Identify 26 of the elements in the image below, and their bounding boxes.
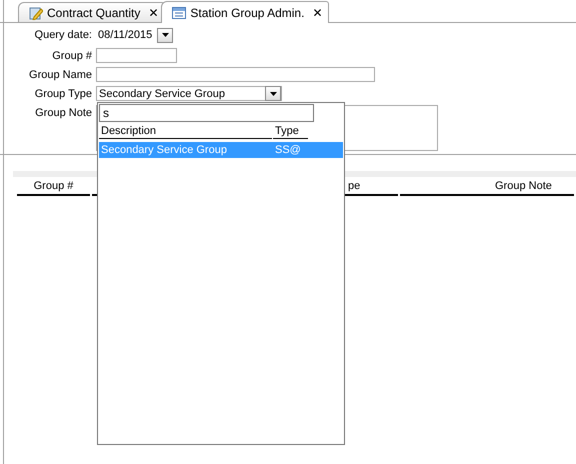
column-header[interactable]: Group # [17, 180, 90, 196]
column-header[interactable]: Description [99, 125, 272, 139]
input-field[interactable] [96, 48, 177, 63]
field-label: Query date: [34, 29, 92, 41]
close-icon[interactable]: ✕ [312, 6, 322, 20]
tab-label: Station Group Admin. [190, 6, 304, 20]
caret-icon [270, 92, 276, 96]
table-icon [172, 6, 186, 18]
column-header[interactable]: Group Note [400, 180, 574, 196]
field-label: Group Name [28, 68, 92, 80]
search-field[interactable]: s [99, 104, 314, 122]
input-field[interactable] [96, 67, 375, 82]
caret-icon [162, 33, 169, 37]
column-header[interactable]: Type [273, 125, 308, 139]
tab-label: Contract Quantity [47, 6, 140, 20]
field-label: Group Type [34, 88, 92, 100]
field-label: Group Note [34, 107, 92, 119]
pencil-icon [29, 6, 43, 20]
dropdown-button[interactable] [157, 28, 174, 42]
row-description: Secondary Service Group [100, 144, 228, 156]
row-type: SS@ [274, 144, 302, 156]
tab[interactable]: Station Group Admin. ✕ [161, 1, 330, 23]
date-field[interactable]: 08/11/2015 [96, 29, 154, 41]
field-label: Group # [51, 50, 92, 62]
close-icon[interactable]: ✕ [148, 6, 158, 20]
dropdown-button[interactable] [265, 86, 281, 101]
